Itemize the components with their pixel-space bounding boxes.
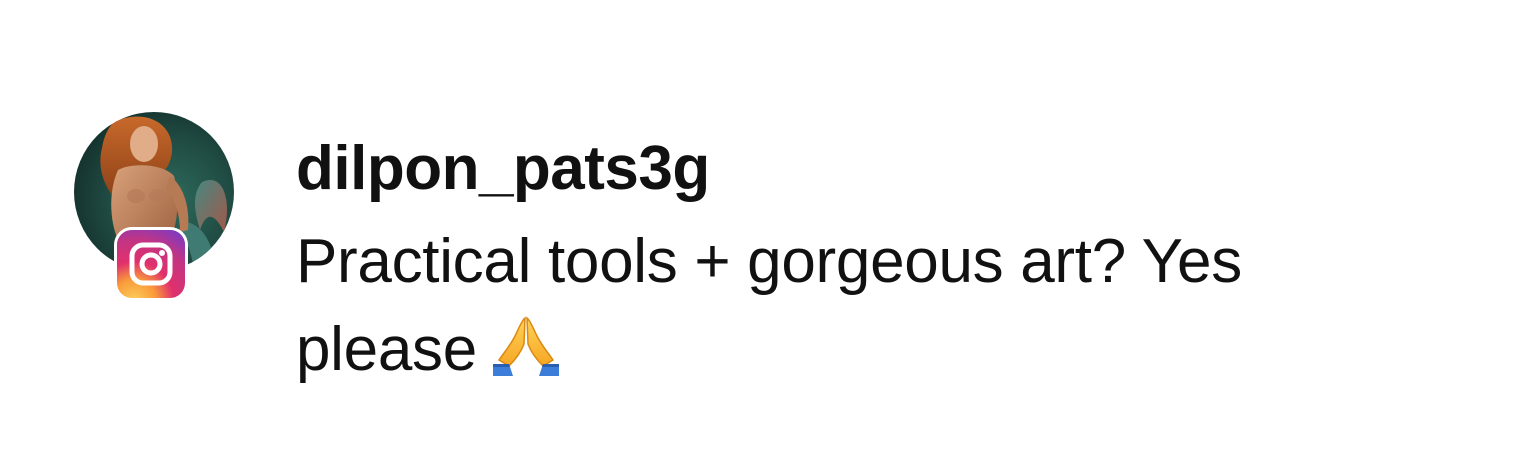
avatar-container[interactable] [74, 112, 236, 302]
instagram-icon [117, 230, 185, 298]
comment-body: dilpon_pats3g Practical tools + gorgeous… [296, 134, 1476, 394]
comment-username[interactable]: dilpon_pats3g [296, 134, 1476, 204]
folded-hands-icon [489, 314, 563, 378]
comment-text: Practical tools + gorgeous art? Yes plea… [296, 218, 1436, 394]
instagram-badge [114, 227, 188, 301]
comment-text-content: Practical tools + gorgeous art? Yes plea… [296, 227, 1242, 384]
comment-item: dilpon_pats3g Practical tools + gorgeous… [74, 112, 1474, 392]
